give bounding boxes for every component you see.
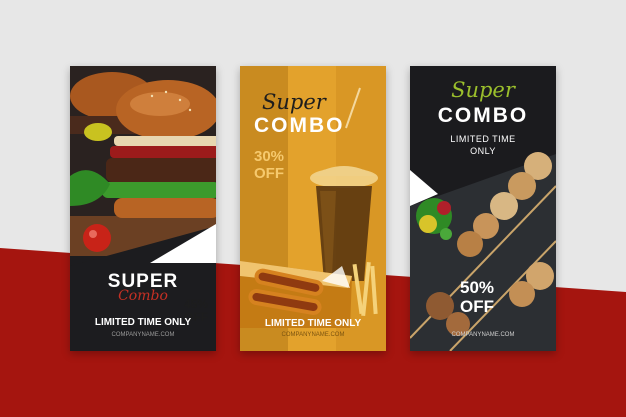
limited-time-tagline: LIMITED TIME ONLY: [264, 318, 362, 329]
discount-off-label: OFF: [254, 165, 284, 182]
company-website[interactable]: COMPANYNAME.COM: [410, 332, 556, 338]
story-card-burger[interactable]: 45% OFF SUPER Combo LIMITED TIME ONLY CO…: [70, 66, 216, 351]
limited-time-tagline-line2: ONLY: [470, 146, 496, 156]
limited-time-tagline: LIMITED TIME ONLY: [94, 317, 192, 328]
company-website[interactable]: COMPANYNAME.COM: [240, 332, 386, 338]
story-card-hotdog[interactable]: Super COMBO 30% OFF LIMITED TIME ONLY CO…: [240, 66, 386, 351]
discount-off-label: OFF: [460, 297, 494, 316]
discount-percent: 30%: [254, 148, 285, 165]
title-script-combo: Combo: [118, 288, 168, 304]
title-combo: COMBO: [437, 104, 529, 127]
title-script-super: Super: [262, 90, 326, 114]
limited-time-tagline-line1: LIMITED TIME: [450, 134, 516, 144]
company-website[interactable]: COMPANYNAME.COM: [70, 332, 216, 338]
title-combo: COMBO: [254, 114, 345, 137]
story-card-skewers[interactable]: Super COMBO LIMITED TIME ONLY 50% OFF CO…: [410, 66, 556, 351]
discount-percent: 50%: [460, 278, 495, 297]
title-script-super: Super: [451, 78, 515, 102]
